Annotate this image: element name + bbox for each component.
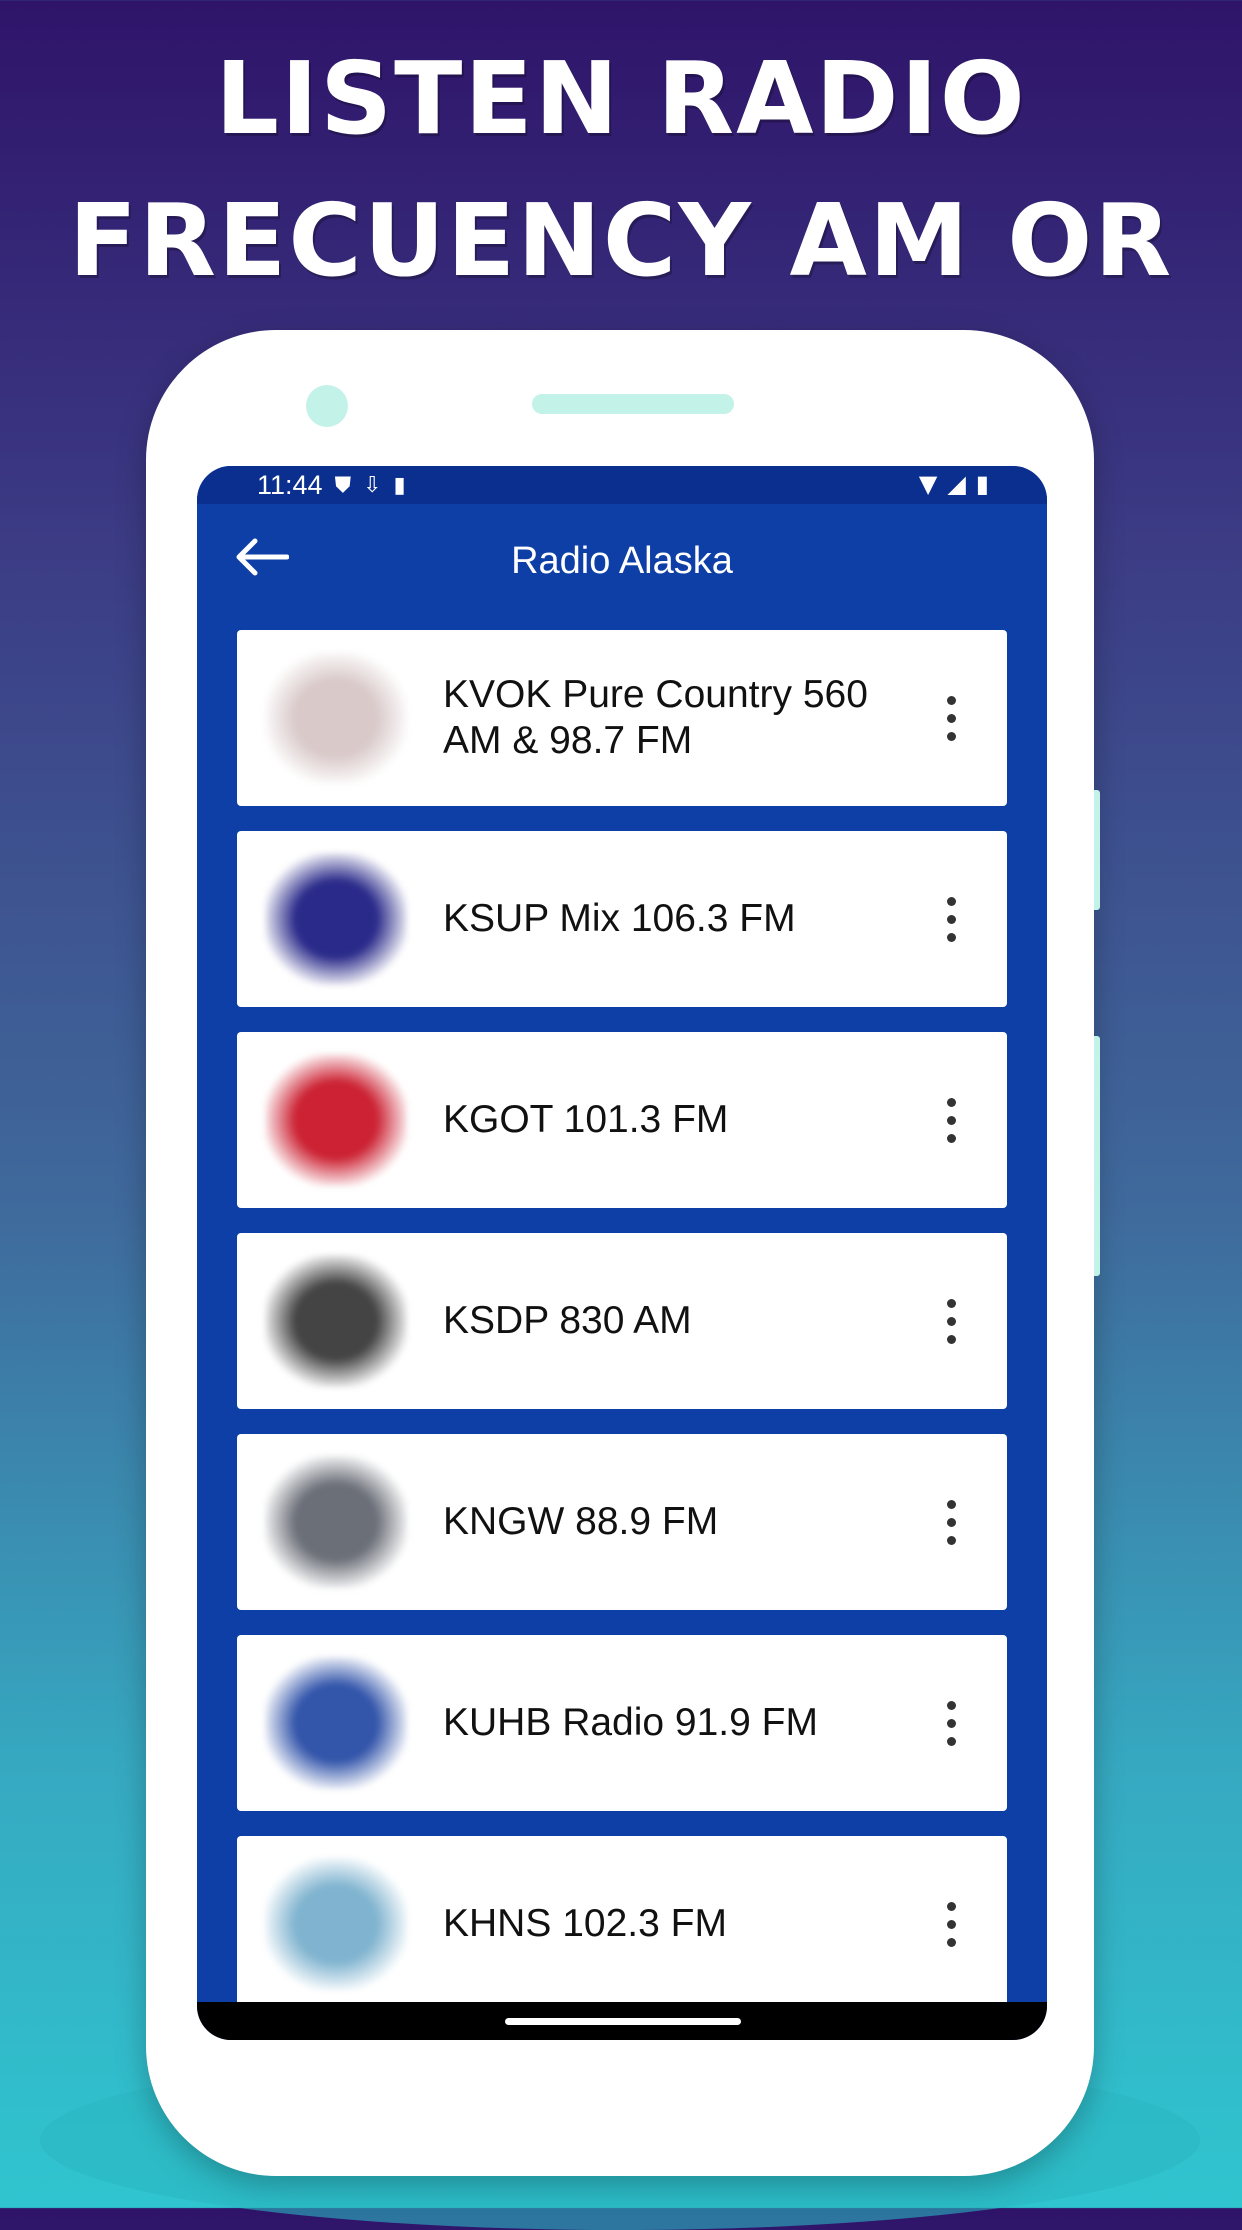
headline-line-1: LISTEN RADIO xyxy=(215,40,1027,157)
more-options-icon[interactable] xyxy=(945,1299,957,1345)
phone-frame: 11:44 ⛊ ⇩ ▮ ▼ ◢ ▮ Radio Alaska KVOK Pure… xyxy=(146,330,1100,2176)
station-logo xyxy=(265,853,407,985)
app-bar: Radio Alaska xyxy=(197,504,1047,616)
power-button xyxy=(1094,1036,1100,1276)
signal-icon: ◢ xyxy=(947,470,966,498)
station-name: KVOK Pure Country 560 AM & 98.7 FM xyxy=(443,673,868,762)
earpiece-speaker xyxy=(532,394,734,414)
play-protect-icon: ⛊ xyxy=(334,472,352,498)
more-options-icon[interactable] xyxy=(945,1701,957,1747)
more-options-icon[interactable] xyxy=(945,1098,957,1144)
station-card[interactable]: KSUP Mix 106.3 FM xyxy=(237,831,1007,1007)
download-icon: ⇩ xyxy=(363,472,382,498)
station-card[interactable]: KUHB Radio 91.9 FM xyxy=(237,1635,1007,1811)
page-title: Radio Alaska xyxy=(511,540,733,582)
station-card[interactable]: KNGW 88.9 FM xyxy=(237,1434,1007,1610)
wifi-icon: ▼ xyxy=(918,470,938,498)
station-logo xyxy=(265,1858,407,1990)
station-card[interactable]: KSDP 830 AM xyxy=(237,1233,1007,1409)
status-bar: 11:44 ⛊ ⇩ ▮ ▼ ◢ ▮ xyxy=(197,466,1047,504)
station-logo xyxy=(265,1456,407,1588)
front-camera xyxy=(306,385,348,427)
sd-card-icon: ▮ xyxy=(393,472,406,498)
station-logo xyxy=(265,652,407,784)
station-logo xyxy=(265,1054,407,1186)
station-card[interactable]: KHNS 102.3 FM xyxy=(237,1836,1007,2012)
more-options-icon[interactable] xyxy=(945,1500,957,1546)
station-name: KSUP Mix 106.3 FM xyxy=(443,897,796,940)
station-name: KSDP 830 AM xyxy=(443,1299,692,1342)
more-options-icon[interactable] xyxy=(945,897,957,943)
station-name: KHNS 102.3 FM xyxy=(443,1902,727,1945)
station-logo xyxy=(265,1255,407,1387)
status-time: 11:44 xyxy=(257,469,323,500)
station-name: KNGW 88.9 FM xyxy=(443,1500,719,1543)
battery-icon: ▮ xyxy=(975,470,989,498)
navigation-bar xyxy=(197,2002,1047,2040)
station-card[interactable]: KGOT 101.3 FM xyxy=(237,1032,1007,1208)
volume-button xyxy=(1094,790,1100,910)
station-card[interactable]: KVOK Pure Country 560 AM & 98.7 FM xyxy=(237,630,1007,806)
station-name: KGOT 101.3 FM xyxy=(443,1098,729,1141)
more-options-icon[interactable] xyxy=(945,696,957,742)
station-name: KUHB Radio 91.9 FM xyxy=(443,1701,818,1744)
home-gesture-bar[interactable] xyxy=(505,2018,741,2025)
more-options-icon[interactable] xyxy=(945,1902,957,1948)
phone-screen: 11:44 ⛊ ⇩ ▮ ▼ ◢ ▮ Radio Alaska KVOK Pure… xyxy=(197,466,1047,2040)
station-logo xyxy=(265,1657,407,1789)
